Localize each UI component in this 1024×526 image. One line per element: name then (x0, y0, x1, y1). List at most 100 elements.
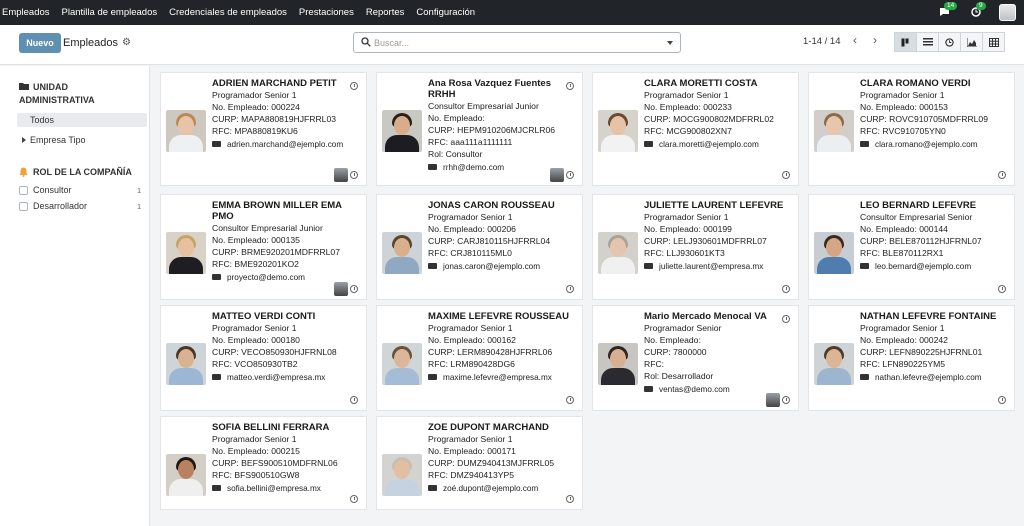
envelope-icon (428, 485, 437, 491)
employee-card[interactable]: CLARA ROMANO VERDI Programador Senior 1 No… (808, 72, 1015, 186)
employee-info: ADRIEN MARCHAND PETIT Programador Senior … (212, 78, 362, 150)
role-checkbox-consultor[interactable] (19, 186, 28, 195)
employee-card[interactable]: MATTEO VERDI CONTI Programador Senior 1 No… (160, 305, 367, 411)
search-input[interactable] (374, 36, 664, 49)
activity-clock-icon[interactable] (350, 495, 358, 503)
employee-number: No. Empleado: 000224 (212, 102, 300, 112)
employee-curp: CURP: CARJ810115HJFRRL04 (428, 236, 551, 246)
new-button[interactable]: Nuevo (19, 33, 61, 53)
related-user-avatar[interactable] (334, 282, 348, 296)
employee-card[interactable]: JONAS CARON ROUSSEAU Programador Senior 1… (376, 194, 583, 300)
employee-photo (382, 110, 422, 152)
employee-card[interactable]: LEO BERNARD LEFEVRE Consultor Empresarial… (808, 194, 1015, 300)
gear-icon[interactable]: ⚙ (122, 37, 131, 48)
kanban-view-button[interactable] (894, 32, 917, 52)
employee-email-row: adrien.marchand@ejemplo.com (212, 139, 362, 150)
pager-value[interactable]: 1-14 / 14 (803, 36, 841, 47)
filter-all[interactable]: Todos (17, 113, 147, 127)
employee-card[interactable]: CLARA MORETTI COSTA Programador Senior 1 N… (592, 72, 799, 186)
activity-view-button[interactable] (938, 32, 961, 52)
employee-name: CLARA ROMANO VERDI (860, 78, 971, 89)
main-menu: Empleados Plantilla de empleados Credenc… (0, 7, 481, 18)
employee-card[interactable]: Ana Rosa Vazquez Fuentes RRHH Consultor E… (376, 72, 583, 186)
envelope-icon (644, 141, 653, 147)
related-user-avatar[interactable] (334, 168, 348, 182)
pager-next-button[interactable]: › (868, 33, 882, 49)
role-count-desarrollador: 1 (137, 202, 142, 211)
employee-email-row: maxime.lefevre@empresa.mx (428, 372, 578, 383)
envelope-icon (212, 374, 221, 380)
activity-clock-icon[interactable] (566, 495, 574, 503)
menu-reportes[interactable]: Reportes (360, 7, 411, 18)
envelope-icon (212, 485, 221, 491)
presence-status-icon (566, 82, 574, 90)
employee-info: MAXIME LEFEVRE ROUSSEAU Programador Senio… (428, 311, 578, 383)
employee-card[interactable]: EMMA BROWN MILLER EMA PMO Consultor Empre… (160, 194, 367, 300)
employee-card[interactable]: ADRIEN MARCHAND PETIT Programador Senior … (160, 72, 367, 186)
activities-button[interactable]: 9 (967, 2, 986, 21)
role-label-desarrollador[interactable]: Desarrollador (33, 201, 87, 211)
employee-number: No. Empleado: 000162 (428, 335, 516, 345)
employee-email: adrien.marchand@ejemplo.com (227, 140, 344, 149)
activity-clock-icon[interactable] (350, 285, 358, 293)
bell-icon (19, 167, 28, 177)
activity-clock-icon[interactable] (566, 396, 574, 404)
pager-previous-button[interactable]: ‹ (848, 33, 862, 49)
activity-clock-icon[interactable] (998, 285, 1006, 293)
graph-view-button[interactable] (960, 32, 983, 52)
employee-email: clara.moretti@ejemplo.com (659, 140, 759, 149)
employee-role: Rol: Consultor (428, 149, 483, 159)
employee-card[interactable]: Mario Mercado Menocal VA Programador Seni… (592, 305, 799, 411)
employee-curp: CURP: LEFN890225HJFRNL01 (860, 347, 983, 357)
employee-card[interactable]: NATHAN LEFEVRE FONTAINE Programador Senio… (808, 305, 1015, 411)
activity-clock-icon[interactable] (998, 396, 1006, 404)
employee-email: sofia.bellini@empresa.mx (227, 484, 321, 493)
activities-badge: 9 (976, 2, 986, 10)
list-view-button[interactable] (916, 32, 939, 52)
activity-clock-icon[interactable] (350, 171, 358, 179)
filter-empresa-tipo[interactable]: Empresa Tipo (17, 133, 147, 147)
activity-clock-icon[interactable] (782, 285, 790, 293)
activity-clock-icon[interactable] (998, 171, 1006, 179)
employee-curp: CURP: BELE870112HJFRNL07 (860, 236, 982, 246)
employee-rfc: RFC: BME920201KO2 (212, 259, 299, 269)
employee-job-title: Consultor Empresarial Junior (428, 101, 539, 111)
activity-clock-icon[interactable] (566, 171, 574, 179)
employee-rfc: RFC: DMZ940413YP5 (428, 470, 514, 480)
employee-number: No. Empleado: 000171 (428, 446, 516, 456)
employee-email: clara.romano@ejemplo.com (875, 140, 978, 149)
employee-curp: CURP: 7800000 (644, 347, 707, 357)
menu-plantilla[interactable]: Plantilla de empleados (56, 7, 164, 18)
employee-email: zoé.dupont@ejemplo.com (443, 484, 539, 493)
employee-photo (382, 232, 422, 274)
activity-clock-icon[interactable] (782, 171, 790, 179)
activity-clock-icon[interactable] (350, 396, 358, 404)
role-checkbox-desarrollador[interactable] (19, 202, 28, 211)
pivot-view-button[interactable] (982, 32, 1005, 52)
employee-card[interactable]: SOFIA BELLINI FERRARA Programador Senior … (160, 416, 367, 510)
menu-prestaciones[interactable]: Prestaciones (293, 7, 360, 18)
user-avatar[interactable] (999, 3, 1016, 21)
employee-card[interactable]: MAXIME LEFEVRE ROUSSEAU Programador Senio… (376, 305, 583, 411)
employee-number: No. Empleado: 000144 (860, 224, 948, 234)
presence-status-icon (350, 82, 358, 90)
employee-job-title: Programador Senior 1 (428, 212, 513, 222)
employee-card[interactable]: ZOE DUPONT MARCHAND Programador Senior 1 N… (376, 416, 583, 510)
messages-button[interactable]: 14 (935, 2, 958, 21)
menu-credenciales[interactable]: Credenciales de empleados (163, 7, 293, 18)
menu-configuracion[interactable]: Configuración (410, 7, 481, 18)
menu-empleados[interactable]: Empleados (0, 7, 56, 18)
activity-clock-icon[interactable] (566, 285, 574, 293)
employee-card[interactable]: JULIETTE LAURENT LEFEVRE Programador Seni… (592, 194, 799, 300)
related-user-avatar[interactable] (550, 168, 564, 182)
role-label-consultor[interactable]: Consultor (33, 185, 72, 195)
employee-name: Mario Mercado Menocal VA (644, 311, 767, 322)
search-options-toggle[interactable] (667, 41, 673, 45)
envelope-icon (860, 374, 869, 380)
activity-clock-icon[interactable] (782, 396, 790, 404)
employee-email-row: jonas.caron@ejemplo.com (428, 261, 578, 272)
employee-job-title: Programador Senior 1 (428, 434, 513, 444)
related-user-avatar[interactable] (766, 393, 780, 407)
employee-rfc: RFC: MCG900802XN7 (644, 126, 732, 136)
employee-info: Mario Mercado Menocal VA Programador Seni… (644, 311, 794, 395)
